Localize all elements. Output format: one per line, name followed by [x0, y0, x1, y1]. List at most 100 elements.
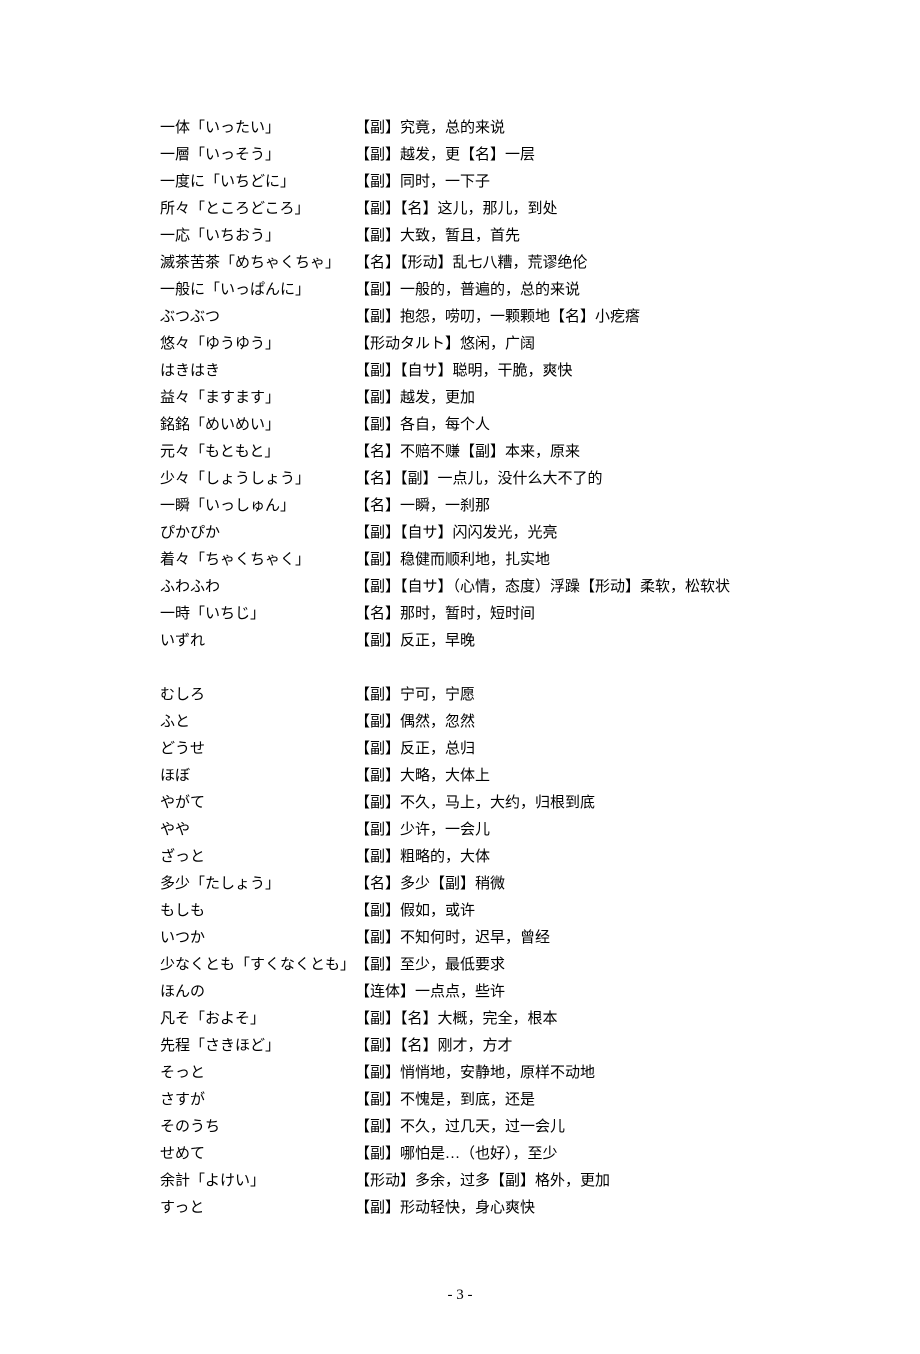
vocabulary-entry: ぴかぴか【副】【自サ】闪闪发光，光亮	[160, 520, 760, 547]
term: 所々「ところどころ」	[160, 196, 355, 223]
definition: 【连体】一点点，些许	[355, 979, 760, 1006]
term: 一時「いちじ」	[160, 601, 355, 628]
vocabulary-entry: 凡そ「およそ」【副】【名】大概，完全，根本	[160, 1006, 760, 1033]
term: 先程「さきほど」	[160, 1033, 355, 1060]
term: ふと	[160, 709, 355, 736]
page-number: - 3 -	[160, 1287, 760, 1304]
vocabulary-entry: 悠々「ゆうゆう」【形动タルト】悠闲，广阔	[160, 331, 760, 358]
term: ぴかぴか	[160, 520, 355, 547]
definition: 【副】不知何时，迟早，曾经	[355, 925, 760, 952]
vocabulary-entry: 一般に「いっぱんに」【副】一般的，普遍的，总的来说	[160, 277, 760, 304]
definition: 【副】少许，一会儿	[355, 817, 760, 844]
vocabulary-entry: ふと【副】偶然，忽然	[160, 709, 760, 736]
definition: 【副】越发，更【名】一层	[355, 142, 760, 169]
definition: 【副】【自サ】闪闪发光，光亮	[355, 520, 760, 547]
vocabulary-entry: そのうち【副】不久，过几天，过一会儿	[160, 1114, 760, 1141]
vocabulary-entry: すっと【副】形动轻快，身心爽快	[160, 1195, 760, 1222]
vocabulary-entry: やや【副】少许，一会儿	[160, 817, 760, 844]
definition: 【副】【名】大概，完全，根本	[355, 1006, 760, 1033]
vocabulary-entry: 一体「いったい」【副】究竟，总的来说	[160, 115, 760, 142]
vocabulary-entry: 一時「いちじ」【名】那时，暂时，短时间	[160, 601, 760, 628]
vocabulary-entry: もしも【副】假如，或许	[160, 898, 760, 925]
term: 着々「ちゃくちゃく」	[160, 547, 355, 574]
vocabulary-entry: ほんの【连体】一点点，些许	[160, 979, 760, 1006]
definition: 【副】宁可，宁愿	[355, 682, 760, 709]
vocabulary-entry: 一瞬「いっしゅん」【名】一瞬，一刹那	[160, 493, 760, 520]
definition: 【副】究竟，总的来说	[355, 115, 760, 142]
vocabulary-entry: 少々「しょうしょう」【名】【副】一点儿，没什么大不了的	[160, 466, 760, 493]
vocabulary-entry: せめて【副】哪怕是…（也好），至少	[160, 1141, 760, 1168]
vocabulary-entry: 所々「ところどころ」【副】【名】这儿，那儿，到处	[160, 196, 760, 223]
definition: 【副】【自サ】聪明，干脆，爽快	[355, 358, 760, 385]
term: せめて	[160, 1141, 355, 1168]
definition: 【副】形动轻快，身心爽快	[355, 1195, 760, 1222]
term: ほぼ	[160, 763, 355, 790]
term: 少々「しょうしょう」	[160, 466, 355, 493]
term: 余計「よけい」	[160, 1168, 355, 1195]
definition: 【副】一般的，普遍的，总的来说	[355, 277, 760, 304]
term: もしも	[160, 898, 355, 925]
term: さすが	[160, 1087, 355, 1114]
definition: 【形动タルト】悠闲，广阔	[355, 331, 760, 358]
term: 多少「たしょう」	[160, 871, 355, 898]
vocabulary-entry: 一応「いちおう」【副】大致，暂且，首先	[160, 223, 760, 250]
vocabulary-entry: ぶつぶつ【副】抱怨，唠叨，一颗颗地【名】小疙瘩	[160, 304, 760, 331]
term: どうせ	[160, 736, 355, 763]
vocabulary-entry: どうせ【副】反正，总归	[160, 736, 760, 763]
term: 一瞬「いっしゅん」	[160, 493, 355, 520]
vocabulary-entry: 一度に「いちどに」【副】同时，一下子	[160, 169, 760, 196]
vocabulary-entry: 先程「さきほど」【副】【名】刚才，方才	[160, 1033, 760, 1060]
term: ふわふわ	[160, 574, 355, 601]
vocabulary-entry: いずれ【副】反正，早晚	[160, 628, 760, 655]
vocabulary-entry: ほぼ【副】大略，大体上	[160, 763, 760, 790]
term: 一体「いったい」	[160, 115, 355, 142]
vocabulary-entry: 滅茶苦茶「めちゃくちゃ」【名】【形动】乱七八糟，荒谬绝伦	[160, 250, 760, 277]
vocabulary-list-a: 一体「いったい」【副】究竟，总的来说一層「いっそう」【副】越发，更【名】一层一度…	[160, 115, 760, 655]
definition: 【副】悄悄地，安静地，原样不动地	[355, 1060, 760, 1087]
definition: 【副】抱怨，唠叨，一颗颗地【名】小疙瘩	[355, 304, 760, 331]
term: ぶつぶつ	[160, 304, 355, 331]
definition: 【副】越发，更加	[355, 385, 760, 412]
definition: 【副】同时，一下子	[355, 169, 760, 196]
vocabulary-entry: 益々「ますます」【副】越发，更加	[160, 385, 760, 412]
definition: 【副】大致，暂且，首先	[355, 223, 760, 250]
vocabulary-list-b: むしろ【副】宁可，宁愿ふと【副】偶然，忽然どうせ【副】反正，总归ほぼ【副】大略，…	[160, 682, 760, 1222]
term: 益々「ますます」	[160, 385, 355, 412]
term: 銘銘「めいめい」	[160, 412, 355, 439]
term: 元々「もともと」	[160, 439, 355, 466]
vocabulary-entry: 一層「いっそう」【副】越发，更【名】一层	[160, 142, 760, 169]
term: 悠々「ゆうゆう」	[160, 331, 355, 358]
vocabulary-entry: ざっと【副】粗略的，大体	[160, 844, 760, 871]
definition: 【副】【自サ】（心情，态度）浮躁【形动】柔软，松软状	[355, 574, 760, 601]
definition: 【副】反正，总归	[355, 736, 760, 763]
term: 一層「いっそう」	[160, 142, 355, 169]
definition: 【副】偶然，忽然	[355, 709, 760, 736]
term: いずれ	[160, 628, 355, 655]
term: 少なくとも「すくなくとも」	[160, 952, 355, 979]
definition: 【名】【形动】乱七八糟，荒谬绝伦	[355, 250, 760, 277]
vocabulary-entry: はきはき【副】【自サ】聪明，干脆，爽快	[160, 358, 760, 385]
definition: 【名】那时，暂时，短时间	[355, 601, 760, 628]
term: 滅茶苦茶「めちゃくちゃ」	[160, 250, 355, 277]
definition: 【副】粗略的，大体	[355, 844, 760, 871]
vocabulary-entry: 余計「よけい」【形动】多余，过多【副】格外，更加	[160, 1168, 760, 1195]
term: はきはき	[160, 358, 355, 385]
vocabulary-entry: むしろ【副】宁可，宁愿	[160, 682, 760, 709]
vocabulary-entry: ふわふわ【副】【自サ】（心情，态度）浮躁【形动】柔软，松软状	[160, 574, 760, 601]
term: 一般に「いっぱんに」	[160, 277, 355, 304]
definition: 【副】【名】这儿，那儿，到处	[355, 196, 760, 223]
definition: 【副】不愧是，到底，还是	[355, 1087, 760, 1114]
vocabulary-entry: 多少「たしょう」【名】多少【副】稍微	[160, 871, 760, 898]
definition: 【名】多少【副】稍微	[355, 871, 760, 898]
term: ほんの	[160, 979, 355, 1006]
definition: 【副】各自，每个人	[355, 412, 760, 439]
term: そっと	[160, 1060, 355, 1087]
definition: 【副】不久，马上，大约，归根到底	[355, 790, 760, 817]
vocabulary-entry: さすが【副】不愧是，到底，还是	[160, 1087, 760, 1114]
term: やがて	[160, 790, 355, 817]
page-content: 一体「いったい」【副】究竟，总的来说一層「いっそう」【副】越发，更【名】一层一度…	[0, 0, 920, 1354]
vocabulary-entry: やがて【副】不久，马上，大约，归根到底	[160, 790, 760, 817]
vocabulary-entry: そっと【副】悄悄地，安静地，原样不动地	[160, 1060, 760, 1087]
definition: 【副】稳健而顺利地，扎实地	[355, 547, 760, 574]
definition: 【名】一瞬，一刹那	[355, 493, 760, 520]
